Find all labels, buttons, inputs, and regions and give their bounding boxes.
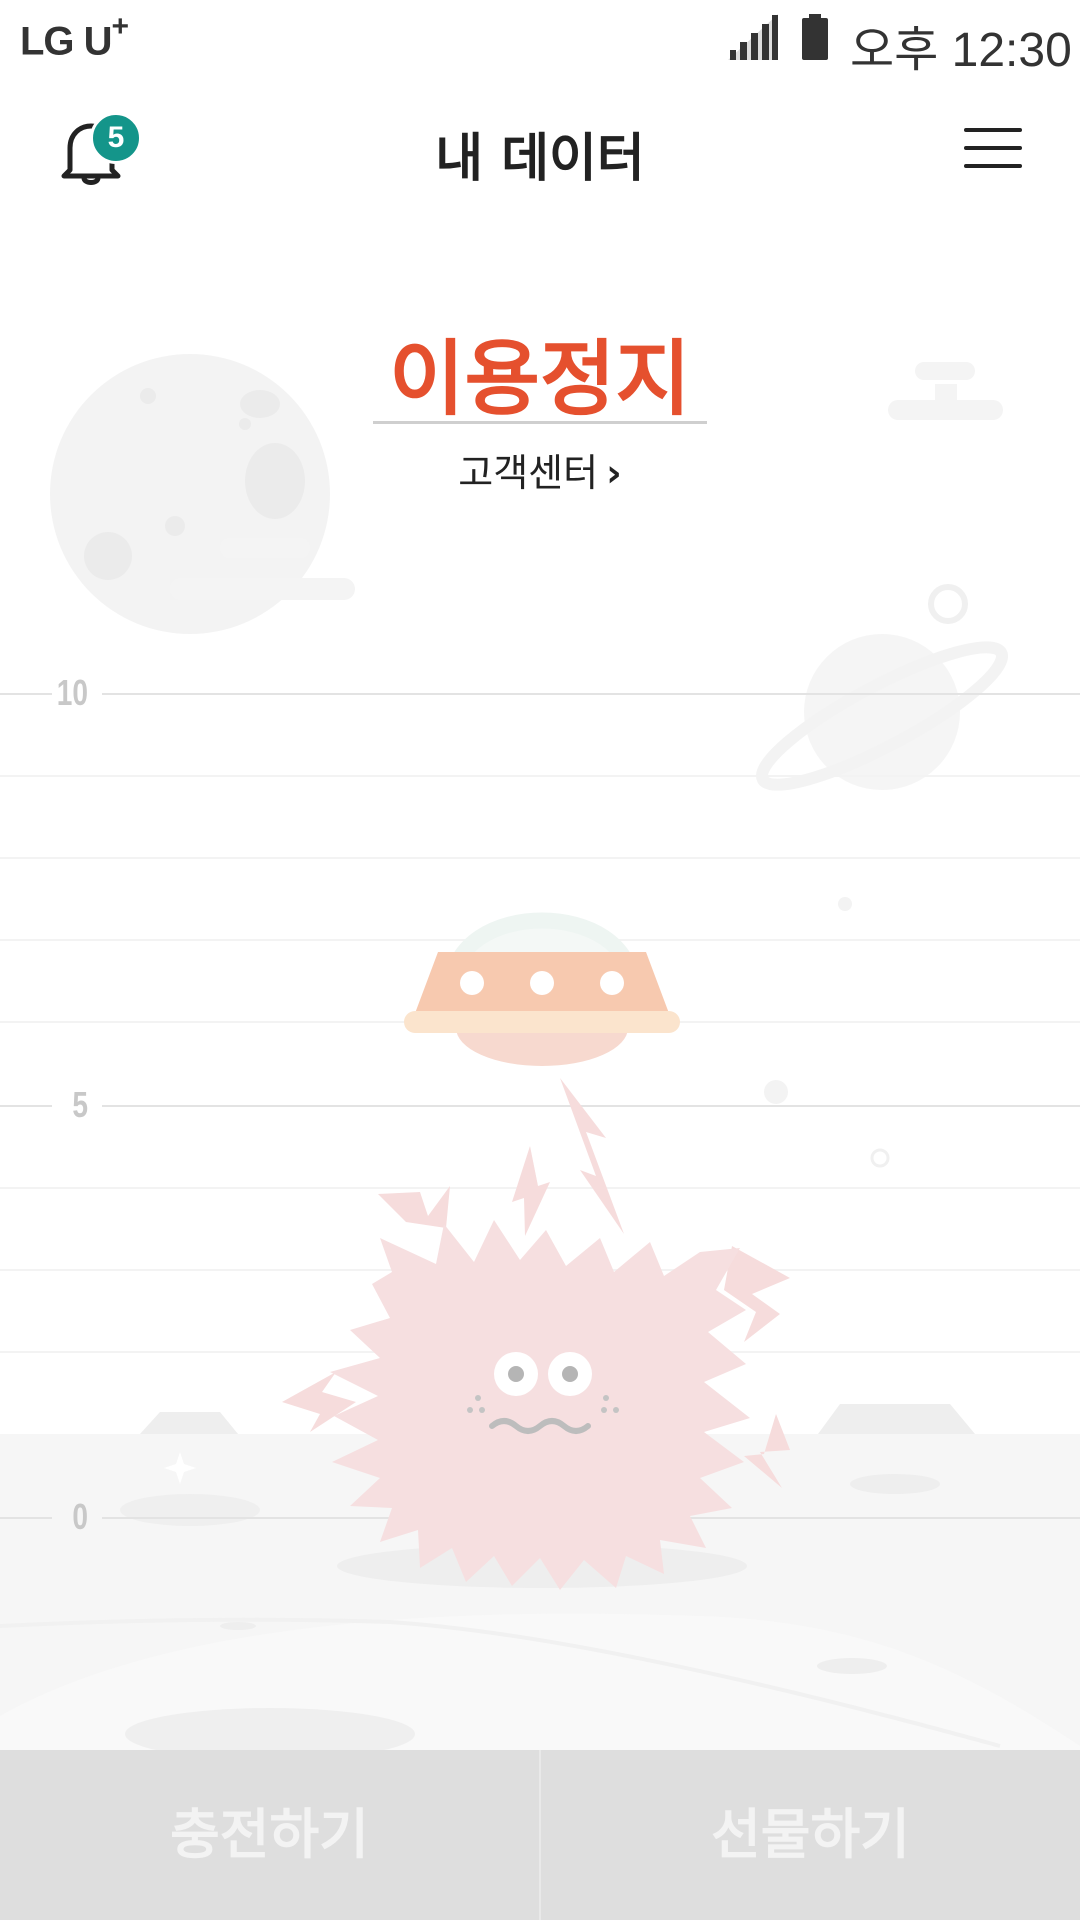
menu-line (964, 164, 1022, 168)
battery-icon (802, 14, 828, 60)
chevron-right-icon: › (606, 451, 622, 495)
bottom-action-bar: 충전하기 선물하기 (0, 1750, 1080, 1920)
signal-icon (728, 14, 778, 60)
title-divider (373, 421, 707, 424)
clock: 오후 12:30 (850, 24, 1072, 77)
carrier-name: LG U+ (20, 10, 129, 64)
app-header: 5 내 데이터 (0, 76, 1080, 226)
menu-line (964, 146, 1022, 150)
menu-line (964, 128, 1022, 132)
data-status: 이용정지 (389, 332, 691, 427)
page-title: 내 데이터 (435, 129, 645, 189)
gift-button[interactable]: 선물하기 (541, 1750, 1080, 1920)
axis-label-5: 5 (72, 1084, 88, 1125)
data-illustration: 이용정지 고객센터 › 10 5 0 (0, 226, 1080, 1750)
status-bar: LG U+ 오후 12:30 (0, 0, 1080, 77)
menu-icon[interactable] (964, 128, 1022, 172)
axis-label-10: 10 (56, 672, 88, 713)
charge-button[interactable]: 충전하기 (0, 1750, 539, 1920)
axis-label-0: 0 (72, 1496, 88, 1537)
customer-center-link[interactable]: 고객센터 › (0, 442, 1080, 497)
